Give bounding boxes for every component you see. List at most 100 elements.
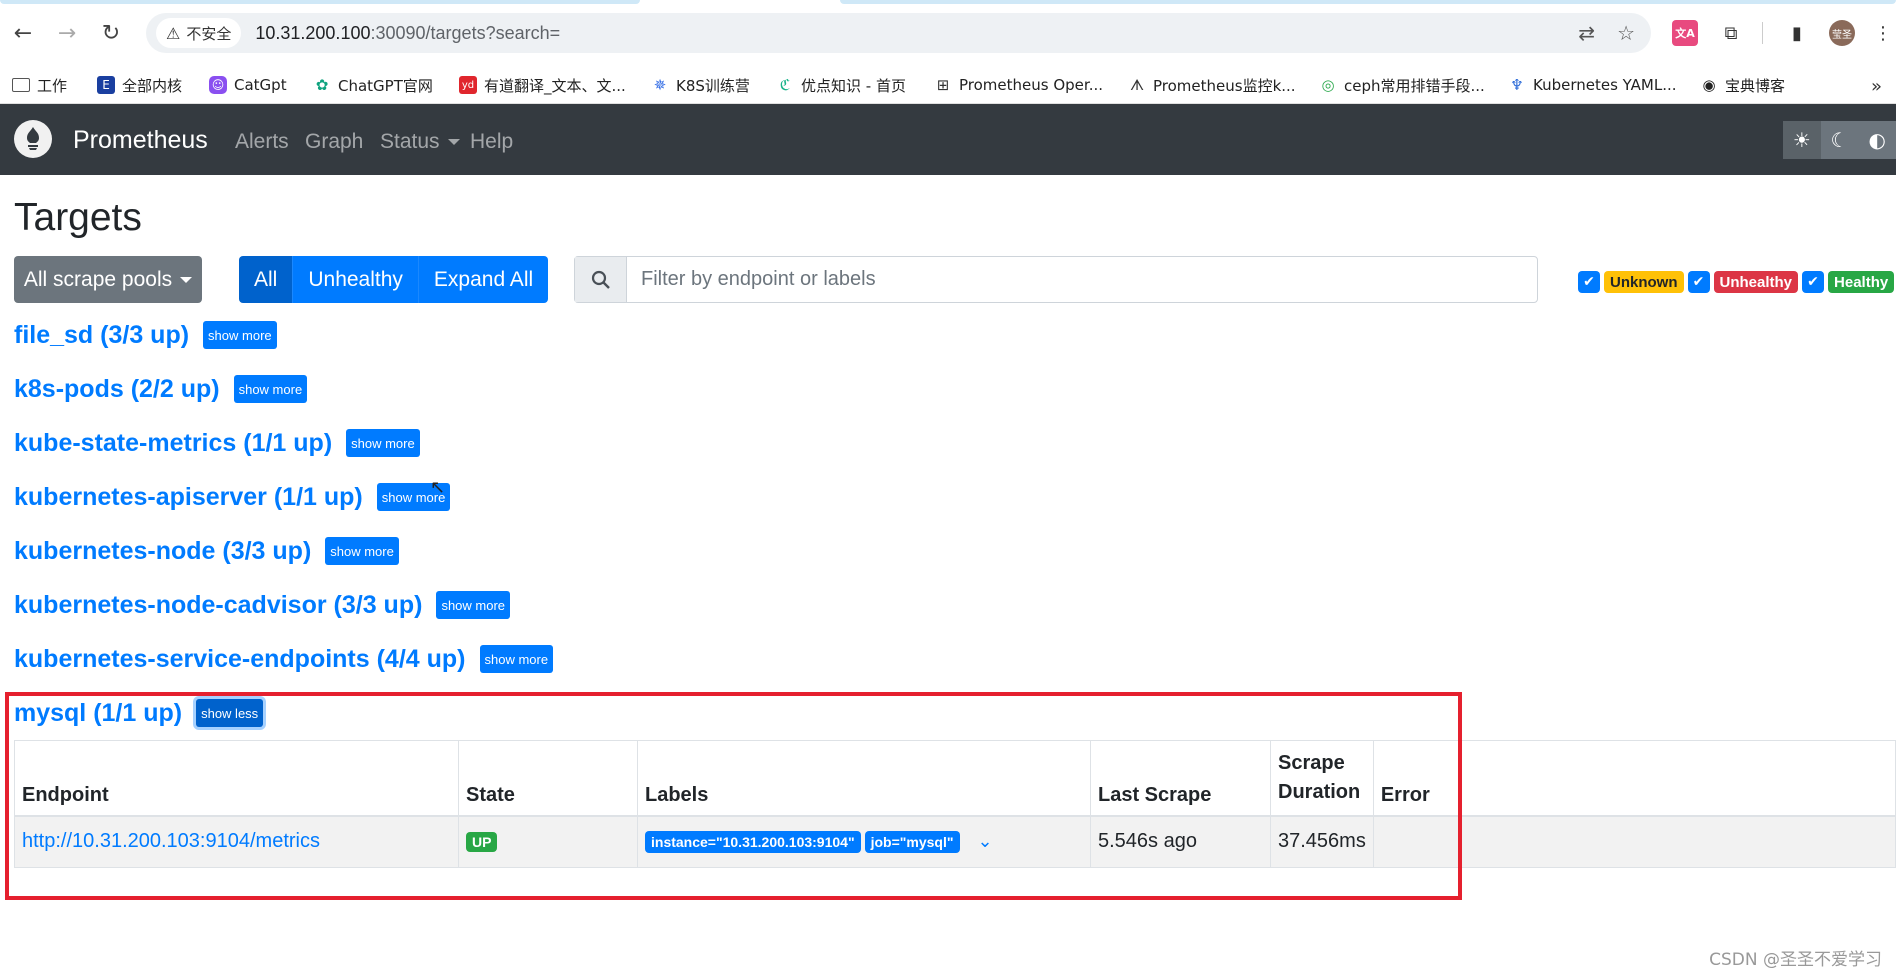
bookmark-label: Prometheus Oper...	[959, 76, 1103, 94]
bookmark-label: K8S训练营	[676, 76, 750, 95]
nav-help[interactable]: Help	[470, 130, 513, 154]
pool-title[interactable]: kubernetes-apiserver (1/1 up)	[14, 483, 363, 512]
security-chip[interactable]: ⚠ 不安全	[156, 18, 242, 48]
unhealthy-badge: Unhealthy	[1713, 271, 1799, 293]
tab-strip	[0, 0, 640, 4]
nav-graph[interactable]: Graph	[305, 130, 363, 154]
browser-toolbar: ← → ↻ ⚠ 不安全 10.31.200.100:30090/targets?…	[0, 0, 1896, 66]
unhealthy-checkbox[interactable]: ✔	[1687, 271, 1710, 293]
bookmark-label: CatGpt	[234, 76, 287, 94]
back-icon[interactable]: ←	[8, 18, 38, 48]
show-more-button[interactable]: show more	[233, 375, 308, 403]
bookmark-item[interactable]: ✵ K8S训练营	[651, 72, 750, 98]
show-more-button[interactable]: show more	[436, 591, 511, 619]
filter-all-button[interactable]: All	[239, 256, 294, 303]
pool-title[interactable]: kubernetes-node-cadvisor (3/3 up)	[14, 591, 422, 620]
prometheus-navbar: Prometheus Alerts Graph Status Help ☀ ☾ …	[0, 104, 1896, 175]
healthy-checkbox[interactable]: ✔	[1802, 271, 1825, 293]
pool-title[interactable]: kube-state-metrics (1/1 up)	[14, 429, 332, 458]
bookmark-label: 工作	[37, 76, 68, 95]
health-filters: ✔ Unknown ✔ Unhealthy ✔ Healthy	[1578, 270, 1896, 294]
prom-icon: ᗑ	[1129, 76, 1145, 94]
bookmark-item[interactable]: E 全部内核	[97, 72, 182, 98]
avatar[interactable]: 莹圣	[1829, 20, 1855, 46]
warning-icon: ⚠	[166, 23, 181, 43]
pool-title[interactable]: k8s-pods (2/2 up)	[14, 375, 220, 404]
unknown-checkbox[interactable]: ✔	[1578, 271, 1600, 293]
bookmark-star-icon[interactable]: ☆	[1617, 21, 1635, 45]
security-label: 不安全	[186, 24, 232, 43]
forward-icon[interactable]: →	[52, 18, 82, 48]
catgpt-icon: ☺	[209, 76, 227, 94]
moon-icon[interactable]: ☾	[1821, 121, 1859, 159]
page-title: Targets	[14, 196, 142, 239]
contrast-icon[interactable]: ◐	[1858, 121, 1896, 159]
url-path: :30090/targets?search=	[370, 22, 561, 43]
pool-header: file_sd (3/3 up) show more	[14, 318, 277, 352]
octopus-icon: ♆	[1510, 76, 1524, 94]
bookmark-label: 宝典博客	[1725, 76, 1786, 95]
pool-header: k8s-pods (2/2 up) show more	[14, 372, 308, 406]
bookmark-label: Prometheus监控k...	[1153, 76, 1296, 95]
search-icon	[575, 257, 627, 302]
bookmark-item[interactable]: ᗑ Prometheus监控k...	[1128, 72, 1296, 98]
tab-strip	[840, 0, 1896, 4]
bookmark-label: 优点知识 - 首页	[801, 76, 906, 95]
translate-icon[interactable]: ⇄	[1578, 21, 1595, 45]
puzzle-icon[interactable]: ⧉	[1718, 20, 1744, 46]
url-host: 10.31.200.100	[255, 22, 371, 43]
pool-title[interactable]: kubernetes-service-endpoints (4/4 up)	[14, 645, 466, 674]
show-more-button[interactable]: show more	[203, 321, 277, 349]
scrape-pools-label: All scrape pools	[23, 267, 173, 291]
bookmarks-overflow-icon[interactable]: »	[1871, 76, 1882, 97]
k8s-icon: ✵	[653, 76, 667, 94]
show-more-button[interactable]: show more	[479, 645, 554, 673]
address-bar[interactable]: ⚠ 不安全 10.31.200.100:30090/targets?search…	[146, 13, 1651, 53]
bookmark-item[interactable]: 工作	[12, 72, 67, 98]
highlight-annotation	[5, 692, 1462, 900]
bookmark-item[interactable]: ◉ 宝典博客	[1700, 72, 1785, 98]
bookmark-item[interactable]: ♆ Kubernetes YAML...	[1508, 72, 1676, 98]
chevron-down-icon	[180, 276, 193, 283]
filter-unhealthy-button[interactable]: Unhealthy	[293, 256, 419, 303]
healthy-badge: Healthy	[1828, 271, 1895, 293]
show-more-button[interactable]: show more	[346, 429, 420, 457]
bookmark-item[interactable]: ☺ CatGpt	[209, 72, 287, 98]
unknown-badge: Unknown	[1604, 271, 1684, 293]
openai-icon: ✿	[315, 76, 329, 94]
bookmark-label: ChatGPT官网	[338, 76, 433, 95]
expand-all-button[interactable]: Expand All	[418, 256, 549, 303]
chevron-down-icon	[447, 139, 460, 146]
nav-status[interactable]: Status	[380, 130, 460, 154]
bookmark-item[interactable]: ✿ ChatGPT官网	[313, 72, 433, 98]
bookmark-item[interactable]: ⊞ Prometheus Oper...	[934, 72, 1103, 98]
pool-title[interactable]: kubernetes-node (3/3 up)	[14, 537, 311, 566]
bookmark-label: ceph常用排错手段...	[1344, 76, 1485, 95]
menu-icon[interactable]: ⋮	[1870, 20, 1896, 46]
nav-alerts[interactable]: Alerts	[235, 130, 289, 154]
mouse-cursor-icon: ↖	[430, 477, 446, 498]
show-more-button[interactable]: show more	[325, 537, 399, 565]
sun-icon[interactable]: ☀	[1783, 121, 1821, 159]
scrape-pools-dropdown[interactable]: All scrape pools	[14, 256, 202, 303]
extension-icon[interactable]: 文A	[1672, 20, 1698, 46]
bookmark-item[interactable]: ◎ ceph常用排错手段...	[1319, 72, 1485, 98]
pool-header: kubernetes-apiserver (1/1 up) show more	[14, 480, 451, 514]
pool-header: kubernetes-node-cadvisor (3/3 up) show m…	[14, 588, 511, 622]
globe-icon: ◉	[1702, 76, 1716, 94]
search-input[interactable]	[627, 257, 1537, 302]
reload-icon[interactable]: ↻	[96, 18, 126, 48]
side-panel-icon[interactable]: ▮	[1784, 20, 1810, 46]
pool-title[interactable]: file_sd (3/3 up)	[14, 321, 189, 350]
filter-button-group: All Unhealthy Expand All	[239, 256, 549, 303]
bookmark-label: 全部内核	[122, 76, 183, 95]
ceph-icon: ◎	[1321, 76, 1335, 94]
brand-name[interactable]: Prometheus	[73, 126, 208, 155]
url-text[interactable]: 10.31.200.100:30090/targets?search=	[255, 23, 560, 44]
theme-toggle: ☀ ☾ ◐	[1783, 121, 1896, 159]
book-icon: ⊞	[936, 76, 950, 94]
prometheus-logo-icon[interactable]	[14, 120, 52, 158]
youdao-icon: yd	[459, 76, 477, 94]
bookmark-item[interactable]: ℭ 优点知识 - 首页	[776, 72, 906, 98]
bookmark-item[interactable]: yd 有道翻译_文本、文...	[459, 72, 626, 98]
